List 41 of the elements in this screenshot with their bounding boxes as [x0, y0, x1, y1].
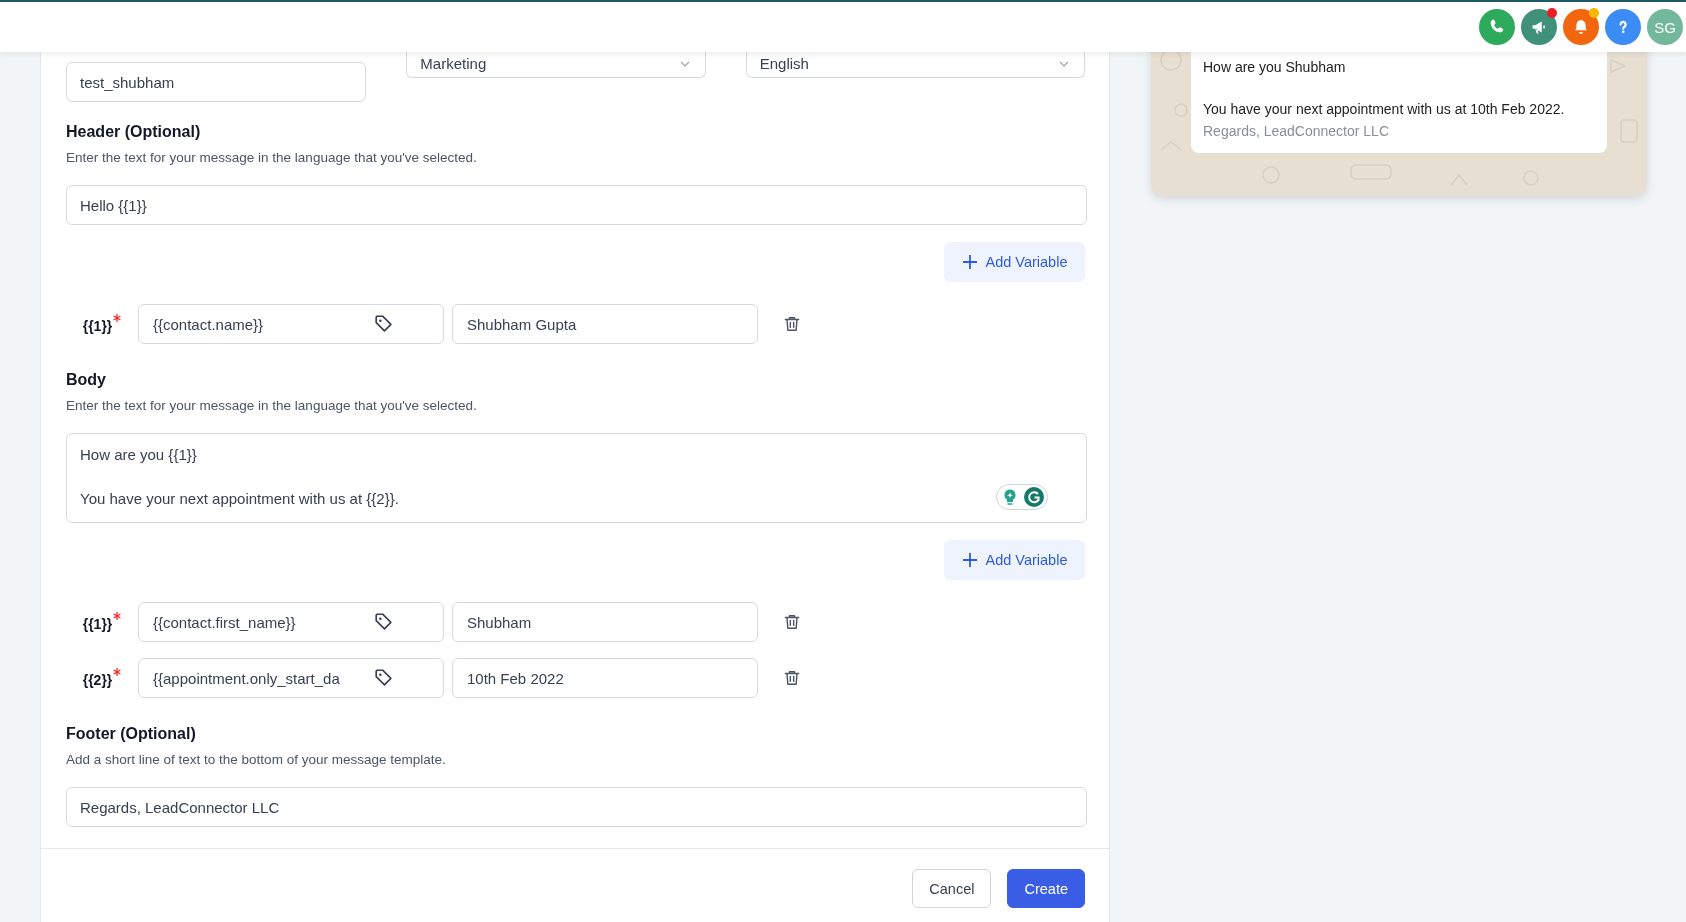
tag-icon[interactable] — [373, 611, 395, 633]
section-title: Body — [66, 370, 107, 390]
header-text-input[interactable]: Hello {{1}} — [66, 185, 1087, 225]
trash-icon[interactable] — [782, 314, 802, 334]
template-name-input[interactable]: test_shubham — [66, 62, 367, 102]
bell-button[interactable] — [1563, 9, 1599, 45]
cancel-button[interactable]: Cancel — [912, 869, 992, 908]
help-button[interactable] — [1605, 9, 1641, 45]
plus-icon — [961, 552, 978, 568]
tag-icon[interactable] — [373, 667, 395, 689]
variable-label: {{1}} — [82, 616, 113, 632]
language-select[interactable]: English — [745, 52, 1085, 78]
merge-field-input[interactable]: {{contact.name}} — [138, 304, 444, 344]
trash-icon[interactable] — [782, 612, 802, 632]
message-text: How are you Shubham You have your next appointment with us at 10th Feb 2022. — [1203, 58, 1566, 119]
section-title: Header (Optional) — [66, 122, 202, 142]
add-variable-button[interactable]: Add Variable — [944, 242, 1085, 282]
sample-value-input[interactable]: Shubham Gupta — [452, 304, 758, 344]
add-variable-button[interactable]: Add Variable — [944, 540, 1085, 580]
tag-icon[interactable] — [373, 313, 395, 335]
megaphone-button[interactable] — [1521, 9, 1557, 45]
trash-icon[interactable] — [782, 668, 802, 688]
section-description: Enter the text for your message in the language that you've selected. — [66, 397, 478, 415]
writing-assistant-widget[interactable] — [996, 484, 1048, 510]
variable-label: {{2}} — [82, 672, 113, 688]
message-footer: Regards, LeadConnector LLC — [1203, 121, 1595, 142]
sample-value-input[interactable]: Shubham — [452, 602, 758, 642]
variable-label: {{1}} — [82, 318, 113, 334]
phone-button[interactable] — [1479, 9, 1515, 45]
merge-field-input[interactable]: {{contact.first_name}} — [138, 602, 444, 642]
merge-field-input[interactable]: {{appointment.only_start_da — [138, 658, 444, 698]
create-button[interactable]: Create — [1007, 869, 1085, 908]
footer-text-input[interactable]: Regards, LeadConnector LLC — [66, 787, 1087, 827]
section-description: Add a short line of text to the bottom of your message template. — [66, 751, 447, 769]
section-description: Enter the text for your message in the language that you've selected. — [66, 149, 478, 167]
section-title: Footer (Optional) — [66, 724, 197, 744]
category-select[interactable]: Marketing — [406, 52, 706, 78]
plus-icon — [961, 254, 978, 270]
grammar-check-icon[interactable] — [1024, 487, 1044, 507]
body-textarea[interactable]: How are you {{1}} You have your next appointment with us at {{2}}. — [66, 433, 1087, 523]
sample-value-input[interactable]: 10th Feb 2022 — [452, 658, 758, 698]
